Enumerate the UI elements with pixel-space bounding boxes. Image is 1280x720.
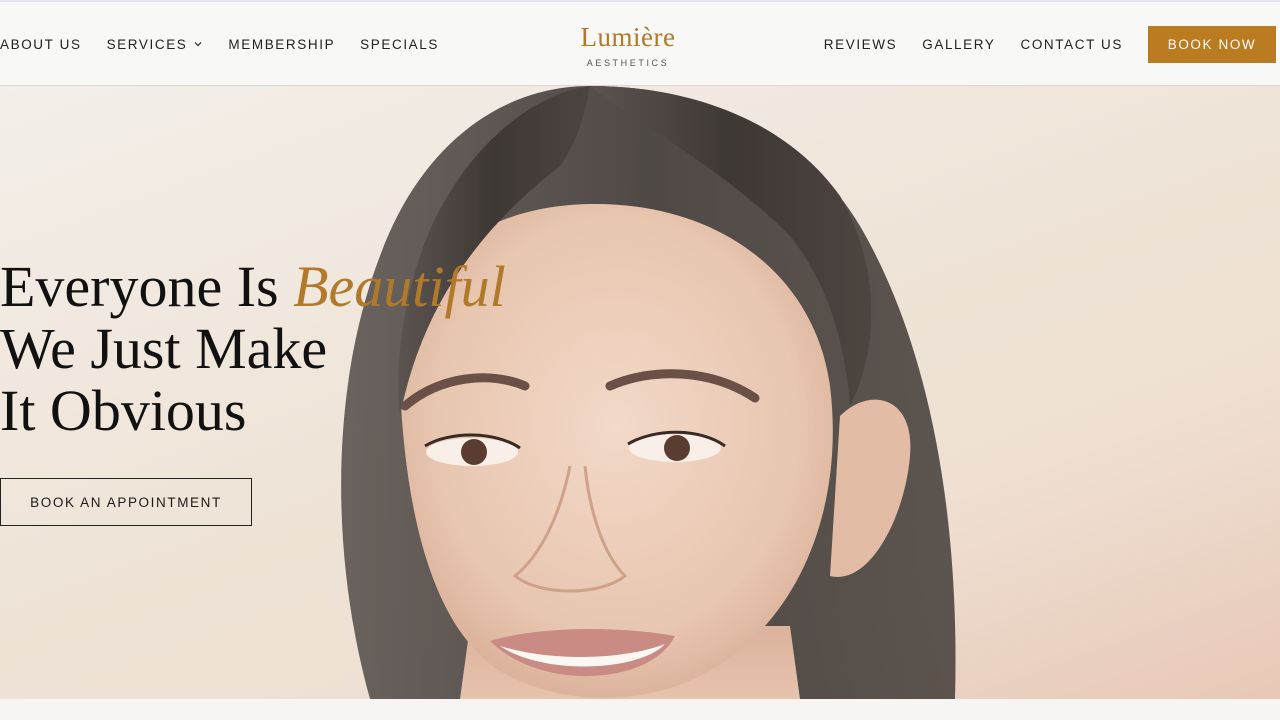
nav-membership[interactable]: MEMBERSHIP — [228, 37, 335, 52]
site-header: ABOUT US SERVICES MEMBERSHIP SPECIALS Lu… — [0, 0, 1280, 86]
nav-about-us-label: ABOUT US — [0, 36, 82, 52]
book-now-label: BOOK NOW — [1167, 36, 1257, 52]
headline-line-1: Everyone Is Beautiful — [0, 256, 506, 318]
book-appointment-button[interactable]: BOOK AN APPOINTMENT — [0, 478, 252, 526]
nav-reviews[interactable]: REVIEWS — [824, 37, 897, 52]
nav-specials[interactable]: SPECIALS — [360, 37, 439, 52]
headline-line-2: We Just Make — [0, 316, 328, 381]
chevron-down-icon — [194, 42, 202, 47]
nav-about-us[interactable]: ABOUT US — [0, 37, 82, 52]
nav-gallery-label: GALLERY — [922, 36, 996, 52]
nav-membership-label: MEMBERSHIP — [228, 36, 336, 52]
nav-reviews-label: REVIEWS — [823, 36, 898, 52]
hero-headline: Everyone Is Beautiful We Just Make It Ob… — [0, 256, 506, 442]
nav-contact-us[interactable]: CONTACT US — [1020, 37, 1123, 52]
hero-section: Everyone Is Beautiful We Just Make It Ob… — [0, 86, 1280, 699]
book-appointment-label: BOOK AN APPOINTMENT — [30, 494, 222, 510]
nav-services[interactable]: SERVICES — [107, 37, 204, 52]
nav-gallery[interactable]: GALLERY — [922, 37, 995, 52]
book-now-button[interactable]: BOOK NOW — [1148, 25, 1276, 63]
headline-accent: Beautiful — [293, 254, 506, 319]
page-bottom-strip — [0, 699, 1280, 720]
headline-text-1: Everyone Is — [0, 254, 294, 319]
nav-specials-label: SPECIALS — [360, 36, 440, 52]
nav-contact-us-label: CONTACT US — [1020, 36, 1123, 52]
headline-line-3: It Obvious — [0, 378, 247, 443]
nav-services-label: SERVICES — [106, 36, 188, 52]
primary-nav-right: REVIEWS GALLERY CONTACT US BOOK NOW — [799, 2, 1276, 86]
primary-nav-left: ABOUT US SERVICES MEMBERSHIP SPECIALS — [0, 2, 464, 86]
